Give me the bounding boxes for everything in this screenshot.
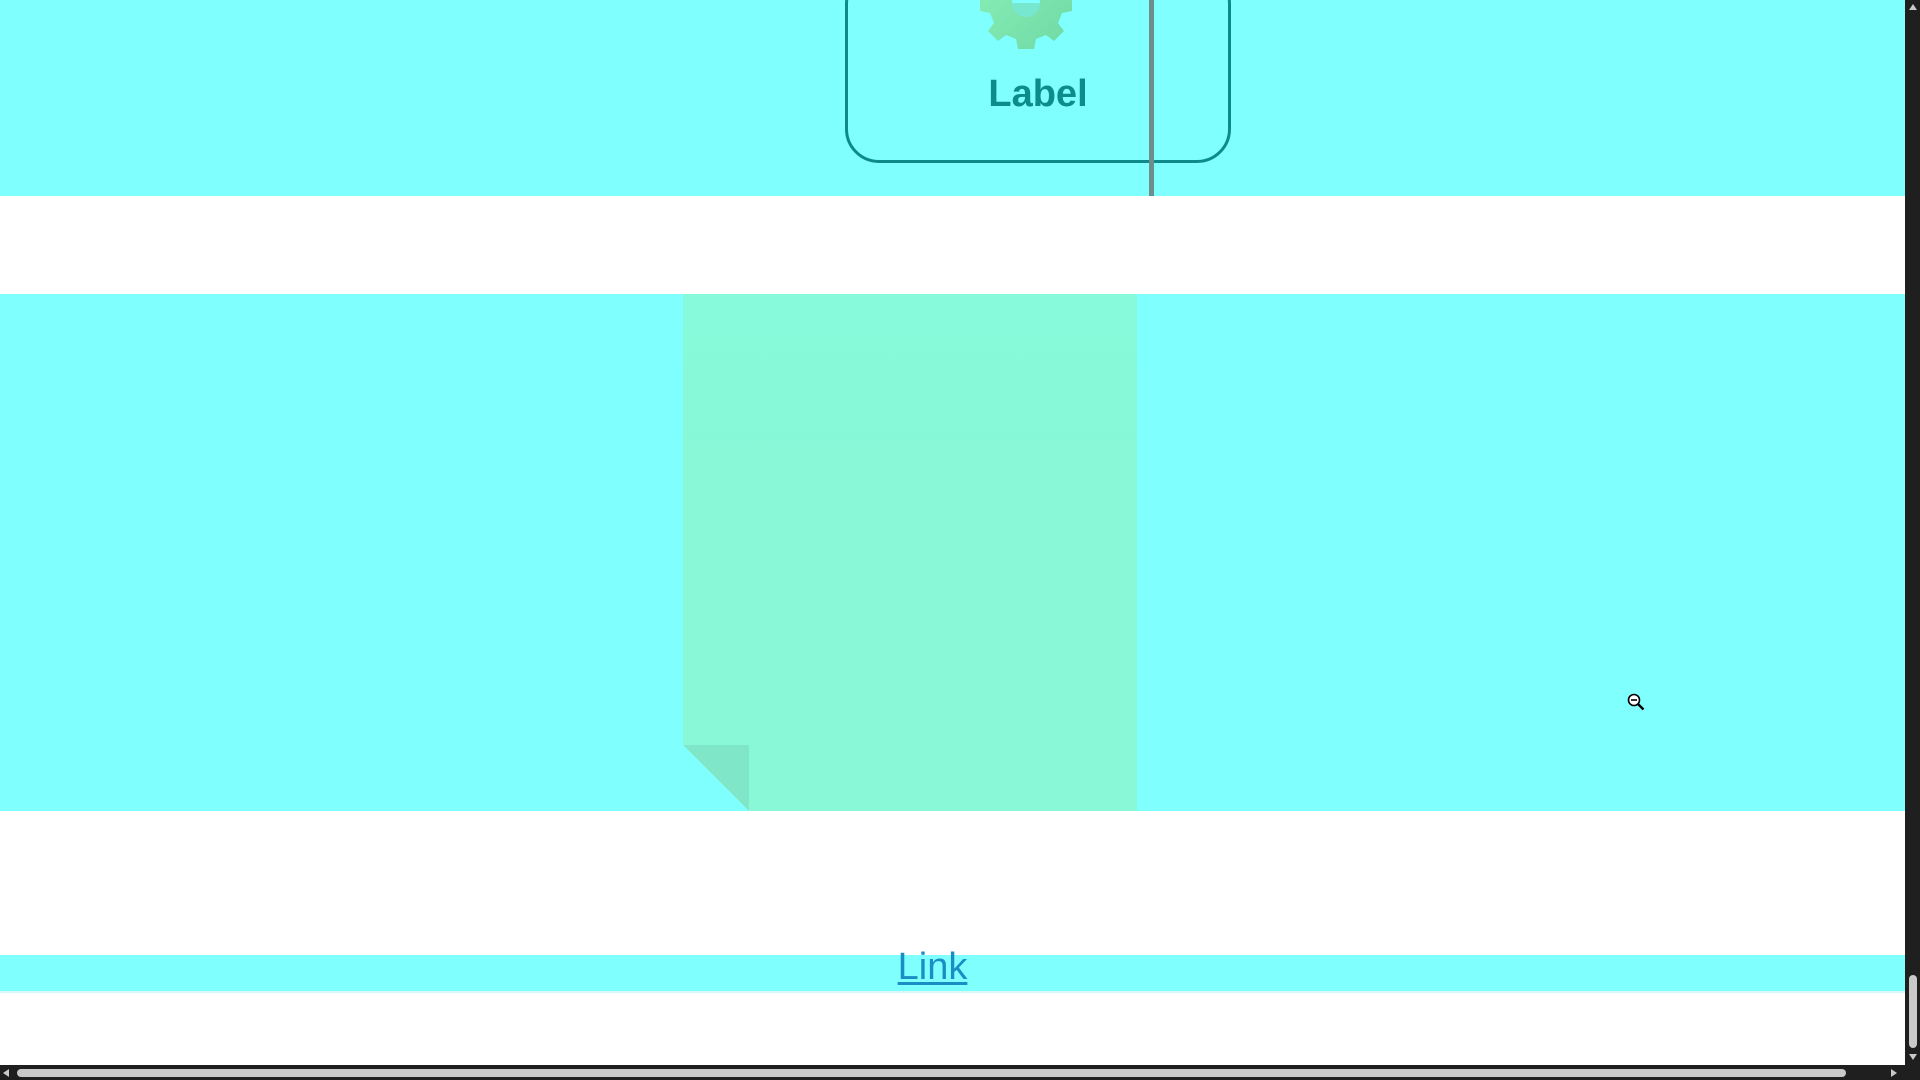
scroll-right-arrow-icon[interactable] <box>1891 1069 1897 1077</box>
horizontal-scrollbar[interactable] <box>0 1065 1920 1080</box>
label-card[interactable]: Label <box>845 0 1231 163</box>
vertical-divider <box>1149 0 1154 196</box>
horizontal-scroll-thumb[interactable] <box>17 1069 1846 1077</box>
folded-corner-icon <box>683 745 749 811</box>
zoom-out-icon <box>1627 693 1645 711</box>
link[interactable]: Link <box>0 946 1905 989</box>
vertical-scroll-thumb[interactable] <box>1909 975 1917 1048</box>
page-viewport: Label Link <box>0 0 1905 1065</box>
top-banner: Label <box>0 0 1905 196</box>
card-label: Label <box>988 73 1088 115</box>
scroll-up-arrow-icon[interactable] <box>1909 4 1917 10</box>
scroll-left-arrow-icon[interactable] <box>3 1069 9 1077</box>
scroll-down-arrow-icon[interactable] <box>1909 1054 1917 1060</box>
vertical-scrollbar[interactable] <box>1905 0 1920 1065</box>
note-sheet <box>683 294 1137 811</box>
gear-icon <box>980 0 1072 49</box>
